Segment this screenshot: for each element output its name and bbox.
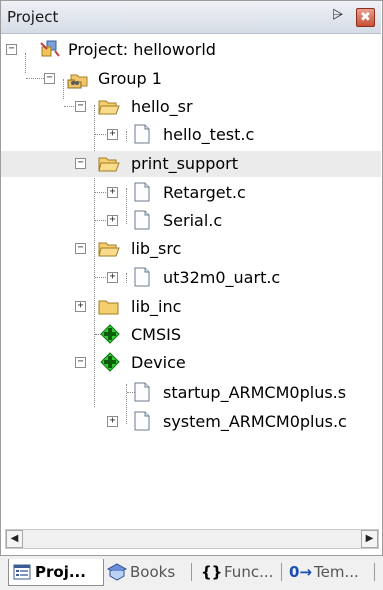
folder-closed-icon — [98, 300, 119, 315]
file-icon — [134, 411, 150, 431]
tree-item-label: Serial.c — [163, 211, 223, 230]
close-icon[interactable]: ✖ — [356, 8, 375, 27]
expand-icon[interactable]: + — [107, 416, 118, 427]
tree-item-label: hello_test.c — [163, 125, 255, 144]
collapse-icon[interactable]: − — [6, 44, 17, 55]
file-icon — [134, 182, 150, 202]
tree-item-group[interactable]: − Group 1 — [1, 66, 381, 92]
folder-open-icon — [98, 242, 120, 257]
tab-templates[interactable]: 0→ Tem... — [287, 559, 373, 585]
tree-item-serial[interactable]: + Serial.c — [1, 208, 381, 234]
tab-functions[interactable]: {} Func... — [197, 559, 279, 585]
project-tree: − Project: helloworld − Group 1 − hello_… — [1, 34, 381, 529]
expand-icon[interactable]: + — [107, 272, 118, 283]
tree-item-print-support[interactable]: − print_support — [1, 151, 381, 177]
tree-item-startup[interactable]: startup_ARMCM0plus.s — [1, 380, 381, 406]
collapse-icon[interactable]: − — [75, 243, 86, 254]
tree-item-lib-inc[interactable]: + lib_inc — [1, 294, 381, 320]
tab-label: Func... — [224, 563, 274, 581]
functions-icon: {} — [201, 563, 223, 581]
tree-item-label: Project: helloworld — [68, 40, 216, 59]
file-icon — [134, 267, 150, 287]
tree-item-label: Device — [131, 353, 186, 372]
tab-project[interactable]: Proj... — [8, 559, 104, 586]
panel-title: Project — [7, 8, 59, 26]
scroll-left-icon[interactable]: ◀ — [6, 530, 23, 548]
tree-item-retarget[interactable]: + Retarget.c — [1, 180, 381, 206]
collapse-icon[interactable]: − — [75, 357, 86, 368]
expand-icon[interactable]: + — [107, 215, 118, 226]
tree-item-uart[interactable]: + ut32m0_uart.c — [1, 265, 381, 291]
tree-item-hello-test[interactable]: + hello_test.c — [1, 122, 381, 148]
tree-item-label: print_support — [131, 154, 239, 173]
templates-icon: 0→ — [289, 563, 313, 581]
tree-item-label: ut32m0_uart.c — [163, 268, 281, 287]
collapse-icon[interactable]: − — [75, 101, 86, 112]
tree-item-label: hello_sr — [131, 97, 193, 116]
tab-books[interactable]: Books — [105, 559, 190, 585]
tree-item-label: lib_inc — [131, 297, 182, 316]
group-icon — [67, 74, 88, 89]
tree-item-label: Group 1 — [98, 69, 162, 88]
project-tab-icon — [13, 564, 31, 580]
tree-item-cmsis[interactable]: CMSIS — [1, 322, 381, 348]
project-icon — [40, 40, 60, 57]
expand-icon[interactable]: + — [107, 129, 118, 140]
folder-open-icon — [98, 157, 120, 172]
tree-item-label: system_ARMCM0plus.c — [163, 412, 347, 431]
tree-item-system[interactable]: + system_ARMCM0plus.c — [1, 409, 381, 435]
expand-icon[interactable]: + — [107, 187, 118, 198]
tree-item-project[interactable]: − Project: helloworld — [1, 37, 381, 63]
file-icon — [134, 124, 150, 144]
file-icon — [134, 382, 150, 402]
panel-titlebar: Project ⩥ ✖ — [1, 1, 381, 34]
books-icon — [107, 563, 127, 581]
tree-item-hello-sr[interactable]: − hello_sr — [1, 94, 381, 120]
tree-item-label: lib_src — [131, 239, 182, 258]
tab-label: Proj... — [35, 563, 86, 581]
collapse-icon[interactable]: − — [75, 158, 86, 169]
tree-item-device[interactable]: − Device — [1, 350, 381, 376]
tree-item-lib-src[interactable]: − lib_src — [1, 236, 381, 262]
file-icon — [134, 210, 150, 230]
folder-open-icon — [98, 100, 120, 115]
horizontal-scrollbar[interactable]: ◀ ▶ — [5, 529, 379, 549]
tab-label: Books — [130, 563, 176, 581]
collapse-icon[interactable]: − — [44, 73, 55, 84]
tree-item-label: CMSIS — [131, 325, 182, 344]
tab-label: Tem... — [314, 563, 359, 581]
scroll-right-icon[interactable]: ▶ — [361, 530, 378, 548]
component-icon — [100, 352, 120, 372]
pin-icon[interactable]: ⩥ — [332, 7, 343, 23]
panel-tabbar: Proj... Books {} Func... 0→ Tem... — [0, 555, 383, 590]
component-icon — [100, 324, 120, 344]
expand-icon[interactable]: + — [75, 301, 86, 312]
tree-item-label: Retarget.c — [163, 183, 246, 202]
tree-item-label: startup_ARMCM0plus.s — [163, 383, 347, 402]
